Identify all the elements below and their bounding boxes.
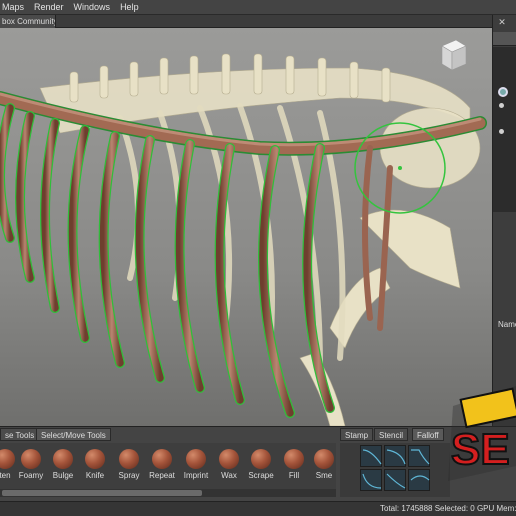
brush-cursor-center	[398, 166, 402, 170]
brush-sphere-icon	[53, 449, 73, 469]
falloff-curve-icon[interactable]	[384, 445, 406, 467]
menu-maps[interactable]: Maps	[0, 2, 30, 12]
brush-sphere-icon	[0, 449, 15, 469]
brush-scrollbar[interactable]	[0, 489, 336, 497]
falloff-curve-icon[interactable]	[360, 469, 382, 491]
brush-sphere-icon	[314, 449, 334, 469]
brush-foamy[interactable]: Foamy	[16, 447, 46, 489]
brush-sphere-icon	[85, 449, 105, 469]
3d-viewport[interactable]	[0, 28, 492, 426]
object-list[interactable]	[493, 47, 516, 212]
menu-windows[interactable]: Windows	[70, 2, 117, 12]
brush-wax[interactable]: Wax	[214, 447, 244, 489]
menu-bar: Maps Render Windows Help	[0, 0, 516, 15]
view-cube-icon[interactable]	[441, 39, 467, 71]
visibility-dot-icon[interactable]	[499, 129, 504, 134]
brush-sphere-icon	[152, 449, 172, 469]
tab-sculpt-tools[interactable]: se Tools	[0, 428, 40, 441]
brush-sphere-icon	[219, 449, 239, 469]
tab-falloff[interactable]: Falloff	[412, 428, 444, 441]
status-text: Total: 1745888 Selected: 0 GPU Mem: 1	[380, 504, 516, 513]
watermark-logo: SE	[443, 386, 516, 486]
document-tab-bar: box Community	[0, 15, 492, 28]
tab-stencil[interactable]: Stencil	[374, 428, 409, 441]
tool-tray: se Tools Select/Move Tools Stamp Stencil…	[0, 426, 516, 501]
brush-scrape[interactable]: Scrape	[246, 447, 276, 489]
scrollbar-thumb[interactable]	[2, 490, 202, 496]
brush-knife[interactable]: Knife	[80, 447, 110, 489]
brush-sphere-icon	[119, 449, 139, 469]
tab-community[interactable]: box Community	[0, 15, 56, 28]
panel-tab[interactable]	[493, 32, 516, 46]
brush-repeat[interactable]: Repeat	[147, 447, 177, 489]
falloff-curve-icon[interactable]	[384, 469, 406, 491]
mudbox-app-window: Maps Render Windows Help box Community ✕…	[0, 0, 516, 516]
falloff-curve-icon[interactable]	[408, 469, 430, 491]
brush-strip: ten Foamy Bulge Knife Spray Repeat Impri…	[0, 443, 336, 489]
brush-fill[interactable]: Fill	[279, 447, 309, 489]
brush-imprint[interactable]: Imprint	[181, 447, 211, 489]
tab-select-move-tools[interactable]: Select/Move Tools	[36, 428, 111, 441]
viewport-scene	[0, 28, 492, 426]
eye-icon[interactable]	[498, 87, 508, 97]
status-bar: Total: 1745888 Selected: 0 GPU Mem: 1	[0, 501, 516, 516]
svg-text:SE: SE	[451, 425, 510, 474]
brush-sphere-icon	[21, 449, 41, 469]
brush-spray[interactable]: Spray	[114, 447, 144, 489]
falloff-curve-icon[interactable]	[408, 445, 430, 467]
falloff-panel	[340, 443, 450, 497]
tab-stamp[interactable]: Stamp	[340, 428, 374, 441]
brush-bulge[interactable]: Bulge	[48, 447, 78, 489]
brush-smear[interactable]: Sme	[309, 447, 339, 489]
visibility-dot-icon[interactable]	[499, 103, 504, 108]
menu-render[interactable]: Render	[30, 2, 70, 12]
menu-help[interactable]: Help	[116, 2, 145, 12]
brush-sphere-icon	[186, 449, 206, 469]
close-icon[interactable]: ✕	[497, 17, 507, 27]
falloff-curve-icon[interactable]	[360, 445, 382, 467]
brush-sphere-icon	[284, 449, 304, 469]
brush-sphere-icon	[251, 449, 271, 469]
name-label: Name	[498, 320, 516, 329]
